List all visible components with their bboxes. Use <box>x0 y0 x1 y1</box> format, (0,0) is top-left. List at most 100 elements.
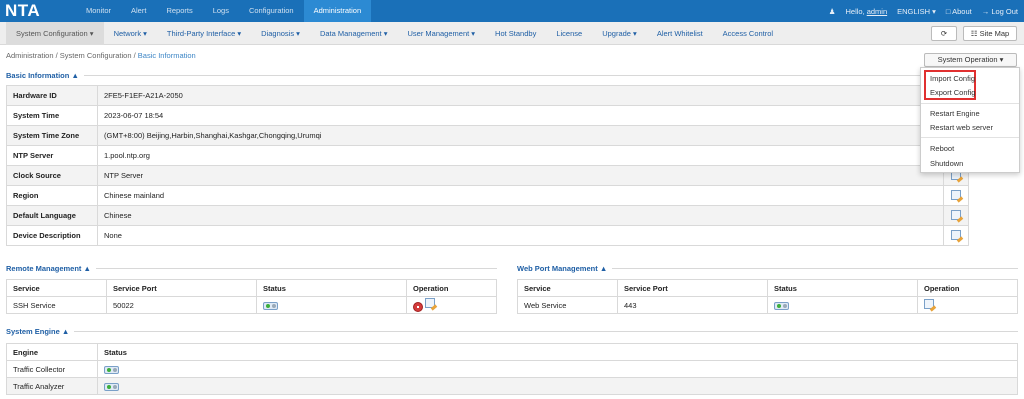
site-map-label: Site Map <box>979 29 1010 38</box>
edit-icon[interactable] <box>951 189 961 200</box>
refresh-button[interactable]: ⟳ <box>931 26 957 41</box>
menu-restart-engine[interactable]: Restart Engine <box>930 109 980 118</box>
username-link[interactable]: admin <box>867 7 887 16</box>
about-icon: □ <box>945 6 951 16</box>
breadcrumb-administration[interactable]: Administration <box>6 51 54 60</box>
table-row: Hardware ID 2FE5-F1EF-A21A-2050 <box>6 85 969 106</box>
col-service-port: Service Port <box>106 279 257 297</box>
edit-cell <box>943 225 969 246</box>
remote-mgmt-table: Service Service Port Status Operation SS… <box>6 279 497 314</box>
sitemap-icon: ☷ <box>970 29 978 38</box>
col-service: Service <box>517 279 618 297</box>
breadcrumb-system-configuration[interactable]: System Configuration <box>60 51 132 60</box>
breadcrumb-current: Basic Information <box>137 51 196 60</box>
field-value: 2FE5-F1EF-A21A-2050 <box>97 85 944 106</box>
about-link[interactable]: □ About <box>946 7 972 16</box>
site-map-button[interactable]: ☷ Site Map <box>963 26 1017 41</box>
status-toggle-icon[interactable] <box>263 301 278 310</box>
nav-monitor[interactable]: Monitor <box>76 0 121 22</box>
status-toggle-icon[interactable] <box>774 301 789 310</box>
engine-title[interactable]: System Engine ▲ <box>6 327 75 336</box>
section-divider <box>6 75 1018 76</box>
edit-icon[interactable] <box>924 299 934 309</box>
field-label: Region <box>6 185 98 206</box>
nav-alert[interactable]: Alert <box>121 0 156 22</box>
about-label: About <box>952 6 972 16</box>
subnav-hot-standby[interactable]: Hot Standby <box>485 22 546 45</box>
collapse-icon: ▲ <box>61 327 70 336</box>
field-label: System Time <box>6 105 98 126</box>
subnav-diagnosis[interactable]: Diagnosis ▾ <box>251 22 310 45</box>
table-row: System Time Zone (GMT+8:00) Beijing,Harbi… <box>6 125 969 146</box>
edit-icon[interactable] <box>951 229 961 240</box>
collapse-icon: ▲ <box>71 71 79 80</box>
status-cell <box>767 296 918 314</box>
subnav-user-management[interactable]: User Management ▾ <box>398 22 486 45</box>
edit-cell <box>943 185 969 206</box>
logout-label: Log Out <box>991 6 1018 16</box>
col-status: Status <box>767 279 918 297</box>
table-row: NTP Server 1.pool.ntp.org <box>6 145 969 166</box>
collapse-icon: ▲ <box>599 264 608 273</box>
basic-info-title[interactable]: Basic Information ▲ <box>6 71 84 80</box>
section-divider <box>6 331 1018 332</box>
table-row: Clock Source NTP Server <box>6 165 969 186</box>
status-cell <box>97 377 1018 395</box>
edit-cell <box>943 205 969 226</box>
subnav-upgrade[interactable]: Upgrade ▾ <box>592 22 647 45</box>
subnav-network[interactable]: Network ▾ <box>104 22 157 45</box>
status-cell <box>256 296 407 314</box>
engine-table: Engine Status Traffic Collector Traffic … <box>6 343 1018 395</box>
table-row: Web Service 443 <box>517 296 1018 314</box>
table-header: Engine Status <box>6 343 1018 361</box>
service-name: SSH Service <box>6 296 107 314</box>
table-row: Traffic Collector <box>6 360 1018 378</box>
field-value: 2023-06-07 18:54 <box>97 105 944 126</box>
remote-mgmt-label: Remote Management <box>6 264 82 273</box>
service-name: Web Service <box>517 296 618 314</box>
operation-cell <box>917 296 1018 314</box>
logout-link[interactable]: → Log Out <box>982 7 1018 16</box>
col-operation: Operation <box>917 279 1018 297</box>
menu-restart-web-server[interactable]: Restart web server <box>930 123 993 132</box>
web-mgmt-title[interactable]: Web Port Management ▲ <box>517 264 613 273</box>
subnav-access-control[interactable]: Access Control <box>713 22 783 45</box>
system-operation-button[interactable]: System Operation ▾ <box>924 53 1017 67</box>
stop-icon[interactable] <box>413 301 423 312</box>
subnav-data-management[interactable]: Data Management ▾ <box>310 22 398 45</box>
menu-separator <box>921 137 1019 138</box>
field-value: Chinese mainland <box>97 185 944 206</box>
menu-shutdown[interactable]: Shutdown <box>930 159 963 168</box>
remote-mgmt-title[interactable]: Remote Management ▲ <box>6 264 96 273</box>
col-operation: Operation <box>406 279 497 297</box>
user-area: ♟ Hello, admin ENGLISH ▾ □ About → Log O… <box>829 0 1018 22</box>
col-status: Status <box>97 343 1018 361</box>
top-bar: NTA Monitor Alert Reports Logs Configura… <box>0 0 1024 22</box>
edit-icon[interactable] <box>951 209 961 220</box>
language-select[interactable]: ENGLISH ▾ <box>897 7 936 16</box>
col-engine: Engine <box>6 343 98 361</box>
field-value: None <box>97 225 944 246</box>
menu-import-config[interactable]: Import Config <box>930 74 975 83</box>
nav-configuration[interactable]: Configuration <box>239 0 304 22</box>
nav-administration[interactable]: Administration <box>303 0 372 22</box>
menu-reboot[interactable]: Reboot <box>930 144 954 153</box>
nav-reports[interactable]: Reports <box>156 0 202 22</box>
status-toggle-icon[interactable] <box>104 382 119 391</box>
field-label: Hardware ID <box>6 85 98 106</box>
field-label: Clock Source <box>6 165 98 186</box>
field-value: NTP Server <box>97 165 944 186</box>
subnav-system-configuration[interactable]: System Configuration ▾ <box>6 22 104 45</box>
edit-icon[interactable] <box>425 298 436 309</box>
subnav-alert-whitelist[interactable]: Alert Whitelist <box>647 22 713 45</box>
table-row: Traffic Analyzer <box>6 377 1018 395</box>
col-service-port: Service Port <box>617 279 768 297</box>
subnav-license[interactable]: License <box>546 22 592 45</box>
engine-name: Traffic Analyzer <box>6 377 98 395</box>
basic-info-label: Basic Information <box>6 71 70 80</box>
status-toggle-icon[interactable] <box>104 365 119 374</box>
subnav-third-party[interactable]: Third-Party Interface ▾ <box>157 22 251 45</box>
system-operation-menu: Import Config Export Config Restart Engi… <box>920 67 1020 173</box>
nav-logs[interactable]: Logs <box>203 0 239 22</box>
menu-export-config[interactable]: Export Config <box>930 88 975 97</box>
